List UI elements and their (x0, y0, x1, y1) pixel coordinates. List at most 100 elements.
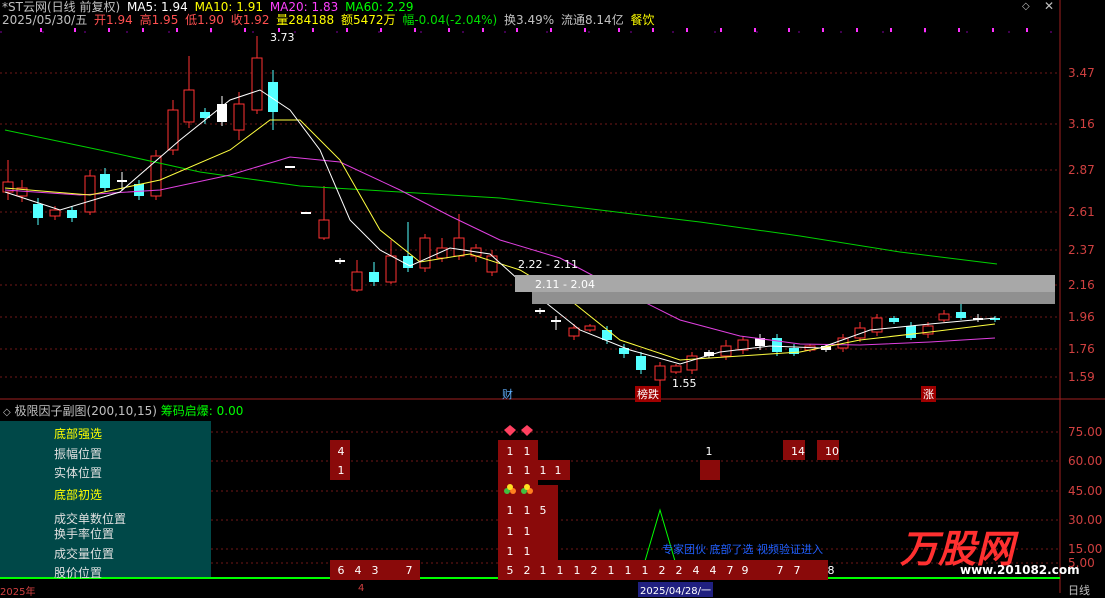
candle-body (889, 318, 899, 322)
price-tick: 2.37 (1068, 243, 1095, 257)
candle-body (117, 180, 127, 182)
body-value: 1 (523, 464, 531, 477)
indicator-toggle-icon[interactable]: ◇ (3, 407, 11, 418)
signal-block (538, 485, 558, 505)
top-tick (754, 28, 756, 32)
top-tick (414, 28, 416, 32)
candle-body (636, 356, 646, 370)
indicator-links[interactable]: 专家团伙 底部了选 视频验证进入 (662, 541, 823, 557)
quote-open: 开1.94 (94, 13, 133, 27)
gem-icon (521, 425, 533, 436)
candle-body (938, 313, 950, 321)
low-marker: 1.55 (672, 377, 697, 390)
price-chart-panel[interactable]: *ST云网(日线 前复权) MA5: 1.94 MA10: 1.91 MA20:… (0, 0, 1105, 402)
top-tick (788, 28, 790, 32)
price-tick: 1.96 (1068, 310, 1095, 324)
top-tick (176, 28, 178, 32)
price-position-value: 2 (590, 564, 598, 577)
quote-float: 流通8.14亿 (560, 13, 624, 27)
candle-body (670, 365, 682, 373)
price-position-value: 7 (793, 564, 801, 577)
top-tick (244, 28, 246, 32)
candle-body (134, 184, 144, 196)
top-tick (686, 28, 688, 32)
top-tick (448, 28, 450, 32)
amplitude-value: 10 (825, 445, 839, 458)
label-amplitude: 振幅位置 (54, 447, 103, 461)
trade-count-value: 5 (539, 504, 547, 517)
label-volume: 成交量位置 (54, 547, 115, 561)
body-value: 1 (506, 464, 514, 477)
top-tick (1026, 28, 1028, 32)
price-position-value: 2 (658, 564, 666, 577)
amplitude-value: 1 (523, 445, 531, 458)
ind-tick: 75.00 (1068, 425, 1103, 439)
top-tick (958, 28, 960, 32)
label-turnover: 换手率位置 (54, 527, 115, 541)
quote-sector: 餐饮 (630, 13, 655, 27)
top-tick (142, 28, 144, 32)
price-tick: 3.16 (1068, 117, 1095, 131)
gem-icon (504, 425, 516, 436)
candle-body (318, 219, 330, 239)
top-tick (618, 28, 620, 32)
ball-icon (524, 484, 530, 490)
panel-collapse-icon[interactable]: ◇ (1022, 1, 1030, 12)
panel-close-icon[interactable]: ✕ (1044, 0, 1054, 13)
quote-date: 2025/05/30/五 (2, 13, 88, 27)
top-tick (74, 28, 76, 32)
price-position-value: 1 (556, 564, 564, 577)
period-selector[interactable]: 日线 (1068, 582, 1090, 598)
volume-value: 1 (523, 545, 531, 558)
body-value: 1 (539, 464, 547, 477)
price-tick: 1.59 (1068, 370, 1095, 384)
label-price: 股价位置 (54, 566, 103, 580)
candle-body (285, 166, 295, 168)
price-position-value: 4 (709, 564, 717, 577)
quote-turnover: 换3.49% (504, 13, 555, 27)
candle-body (100, 174, 110, 188)
candle-body (956, 312, 966, 318)
top-tick (890, 28, 892, 32)
top-tick (312, 28, 314, 32)
price-tick: 1.76 (1068, 342, 1095, 356)
price-position-value: 8 (827, 564, 835, 577)
candle-body (568, 327, 580, 337)
price-tick: 2.87 (1068, 163, 1095, 177)
quote-volume: 量284188 (276, 13, 335, 27)
indicator-panel[interactable]: ◇ 极限因子副图(200,10,15) 筹码启爆: 0.00 底部强选 振幅位置… (0, 400, 1105, 593)
top-tick (40, 28, 42, 32)
chart-header-quote: 2025/05/30/五 开1.94 高1.95 低1.90 收1.92 量28… (2, 11, 658, 28)
candle-body (33, 204, 43, 218)
price-position-value: 7 (726, 564, 734, 577)
candle-body (584, 325, 596, 331)
amplitude-value: 14 (791, 445, 805, 458)
price-position-value: 2 (675, 564, 683, 577)
candle-body (535, 310, 545, 312)
top-tick (584, 28, 586, 32)
top-tick (856, 28, 858, 32)
price-position-value: 6 (337, 564, 345, 577)
top-tick (924, 28, 926, 32)
quote-high: 高1.95 (139, 13, 179, 27)
label-bottom-initial: 底部初选 (54, 488, 103, 502)
price-position-value: 4 (354, 564, 362, 577)
price-position-value: 1 (624, 564, 632, 577)
price-position-value: 3 (371, 564, 379, 577)
candle-body (67, 210, 77, 218)
price-position-value: 1 (607, 564, 615, 577)
price-position-value: 5 (506, 564, 514, 577)
candle-body (335, 260, 345, 262)
price-position-value: 7 (776, 564, 784, 577)
body-value: 1 (337, 464, 345, 477)
brand-url: www.201082.com (960, 563, 1080, 577)
band-label: 2.22 - 2.11 (518, 258, 578, 271)
candle-body (233, 103, 245, 131)
top-tick (108, 28, 110, 32)
top-tick (380, 28, 382, 32)
candle-body (419, 237, 431, 269)
quote-close: 收1.92 (230, 13, 270, 27)
quote-low: 低1.90 (185, 13, 224, 27)
time-axis-cursor: 2025/04/28/一 (638, 582, 714, 597)
time-axis-start: 2025年 (0, 587, 36, 598)
